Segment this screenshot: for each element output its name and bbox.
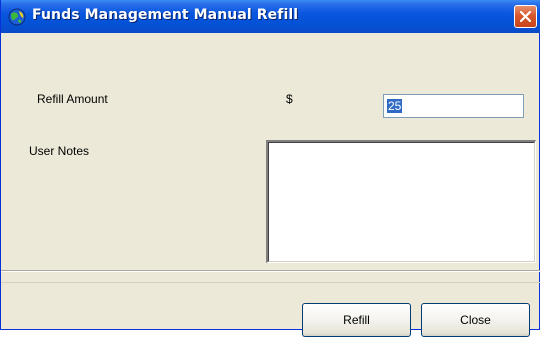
user-notes-value	[268, 142, 535, 262]
refill-button[interactable]: Refill	[302, 303, 411, 337]
refill-dialog: Funds Management Manual Refill Refill Am…	[0, 0, 540, 337]
user-notes-label: User Notes	[29, 144, 90, 158]
refill-amount-input[interactable]: 25	[383, 94, 524, 118]
user-notes-textarea[interactable]	[266, 140, 536, 263]
close-button[interactable]: Close	[421, 303, 530, 337]
title-bar[interactable]: Funds Management Manual Refill	[1, 0, 540, 33]
currency-symbol: $	[286, 92, 293, 106]
close-icon	[520, 11, 531, 22]
separator	[1, 270, 540, 272]
window-title: Funds Management Manual Refill	[32, 7, 299, 23]
separator	[1, 282, 540, 283]
refill-amount-label: Refill Amount	[37, 92, 108, 106]
window-close-button[interactable]	[514, 5, 537, 28]
refill-amount-value: 25	[387, 99, 403, 113]
globe-icon	[8, 8, 26, 26]
